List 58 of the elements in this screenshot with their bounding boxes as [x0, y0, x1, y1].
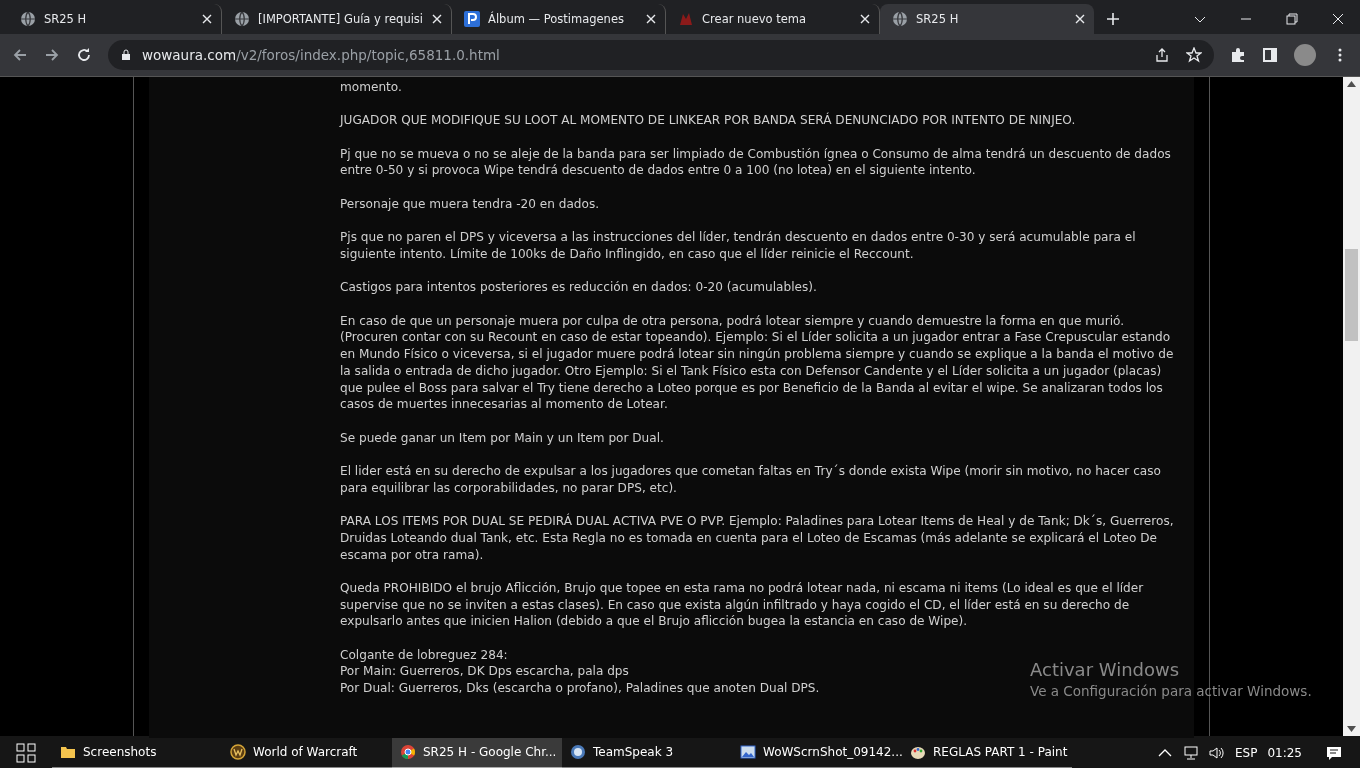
- browser-tab[interactable]: SR25 H: [880, 4, 1095, 34]
- taskbar-button[interactable]: REGLAS PART 1 - Paint: [902, 736, 1072, 768]
- taskbar-button[interactable]: Screenshots: [52, 736, 222, 768]
- close-icon[interactable]: [1074, 13, 1087, 25]
- post-text: El lider está en su derecho de expulsar a los jugadores que cometan faltas en Try´s donde exista Wipe (morir sin motivo, no hacer caso para equilibrar las corporabilidades, no parar DPS, etc).: [340, 463, 1162, 497]
- taskbar-button[interactable]: TeamSpeak 3: [562, 736, 732, 768]
- address-bar[interactable]: wowaura.com/v2/foros/index.php/topic,65811.0.html: [108, 40, 1214, 70]
- language-indicator[interactable]: ESP: [1234, 745, 1258, 760]
- back-icon[interactable]: [12, 47, 28, 63]
- star-icon[interactable]: [1186, 47, 1202, 63]
- clock[interactable]: 01:25: [1267, 745, 1302, 760]
- post-text: Por Dual: Guerreros, Dks (escarcha o profano), Paladines que anoten Dual DPS.: [340, 680, 820, 697]
- post-text: En caso de que un personaje muera por culpa de otra persona, podrá lotear siempre y cuando demuestre la forma en que murió. (Procuren contar con su Recount en caso de estar topeando). Ejemplo: Si el Líder solicita a un jugador entrar a Fase Crepuscular estando en Mundo Físico o viceversa, si el jugador muere podrá lotear sin ningún problema siempre y cuando se explique a la banda el motivo de la salida o entrada de dicho jugador. Otro Ejemplo: Si el Tank Físico esta con Defensor Candente y el Líder solicita a un jugador (placas) que pulee el Boss para salvar el Try tiene derecho a Loteo porque es por Beneficio de la Banda al evitar el wipe. Se analizaran todos los casos de muertes innecesarias al momento de Lotear.: [340, 312, 1175, 413]
- globe-icon: [234, 11, 250, 27]
- side-panel-icon[interactable]: [1262, 47, 1278, 63]
- post-text: Queda PROHIBIDO el brujo Aflicción, Brujo que topee en esta rama no podrá lotear nada, ni escama ni items (Lo ideal es que el líder supervise que no se inviten a estas clases). En caso que exista algún infiltrado y haya cogido el CD, el líder está en su derecho de expulsarlo antes que inicien Halion (debido a que el Brujo aflicción bugea la estancia en caso de Wipe).: [340, 579, 1145, 631]
- speaker-icon[interactable]: [1208, 744, 1225, 761]
- forward-icon[interactable]: [44, 47, 60, 63]
- notification-icon[interactable]: [1326, 744, 1342, 761]
- close-icon[interactable]: [859, 13, 872, 25]
- share-icon[interactable]: [1154, 47, 1170, 63]
- globe-icon: [892, 11, 909, 27]
- close-icon[interactable]: [201, 13, 213, 25]
- post-text: Pjs que no paren el DPS y viceversa a las instrucciones del líder, tendrán descuento en dados entre 0-30 y será acumulable para el siguiente intento. Límite de 100ks de Daño Inflingido, en caso que el líder reinicie el Reccount.: [340, 229, 1137, 263]
- reload-icon[interactable]: [76, 47, 92, 63]
- chrome-icon: [400, 743, 416, 760]
- puzzle-icon[interactable]: [1230, 47, 1246, 63]
- post-text: Pj que no se mueva o no se aleje de la banda para ser limpiado de Combustión ígnea o Consumo de alma tendrá un descuento de dados entre 0-50 y si provoca Wipe tendrá descuento de dados entre 0 a 100 (no lotea) en el siguiente intento.: [340, 145, 1172, 180]
- scroll-thumb[interactable]: [1345, 249, 1358, 341]
- close-icon[interactable]: [431, 13, 444, 25]
- emblem-icon: [230, 743, 246, 760]
- start-icon[interactable]: [16, 742, 36, 763]
- creature-icon: [678, 11, 695, 27]
- scrollbar[interactable]: [1343, 77, 1360, 736]
- close-icon[interactable]: [1332, 13, 1344, 25]
- scroll-down-icon[interactable]: [1347, 726, 1356, 732]
- p-logo-icon: [464, 11, 481, 27]
- post-text: Por Main: Guerreros, DK Dps escarcha, pala dps: [340, 663, 629, 681]
- profile-avatar[interactable]: [1294, 44, 1316, 66]
- post-text: momento.: [340, 79, 402, 96]
- restore-icon[interactable]: [1286, 13, 1298, 25]
- post-text: JUGADOR QUE MODIFIQUE SU LOOT AL MOMENTO DE LINKEAR POR BANDA SERÁ DENUNCIADO POR INTENTO DE NINJEO.: [340, 112, 1076, 130]
- post-text: Personaje que muera tendra -20 en dados.: [340, 195, 600, 213]
- lock-icon: [120, 49, 132, 61]
- activation-title: Activar Windows: [1030, 659, 1181, 680]
- new-tab-icon[interactable]: [1106, 12, 1121, 26]
- globe-icon: [20, 11, 36, 27]
- post-text: PARA LOS ITEMS POR DUAL SE PEDIRÁ DUAL ACTIVA PVE O PVP. Ejemplo: Paladines para Lotear Items de Heal y de Tank; Dk´s, Guerreros, Druidas Loteando dual Tank, etc. Esta Regla no es tomada en cuenta para el Loteo de Escamas (más adelante se explicará el Loteo De escama por otra rama).: [340, 513, 1175, 564]
- scroll-up-icon[interactable]: [1347, 81, 1356, 87]
- network-icon[interactable]: [1182, 744, 1199, 761]
- headset-icon: [570, 743, 586, 760]
- post-text: Colgante de lobreguez 284:: [340, 646, 508, 664]
- taskbar-button[interactable]: SR25 H - Google Chr...: [392, 736, 562, 768]
- close-icon[interactable]: [645, 13, 658, 25]
- post-text: Se puede ganar un Item por Main y un Item por Dual.: [340, 429, 664, 447]
- image-icon: [740, 743, 756, 760]
- taskbar-button[interactable]: WoWScrnShot_09142...: [732, 736, 902, 768]
- post-text: Castigos para intentos posteriores es reducción en dados: 0-20 (acumulables).: [340, 279, 817, 297]
